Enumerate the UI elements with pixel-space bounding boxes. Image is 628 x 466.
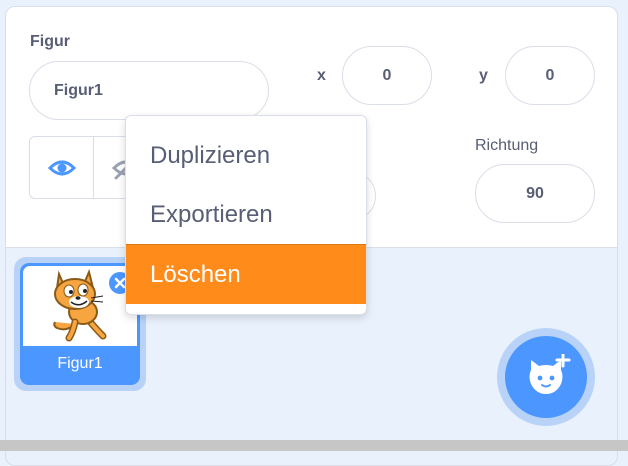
sprite-tile-name: Figur1 xyxy=(57,355,103,372)
window-bottom-edge xyxy=(0,440,628,451)
add-sprite-button[interactable] xyxy=(497,328,595,426)
y-input[interactable]: 0 xyxy=(505,46,595,105)
direction-input[interactable]: 90 xyxy=(475,164,595,223)
menu-item-export[interactable]: Exportieren xyxy=(126,185,366,245)
x-input[interactable]: 0 xyxy=(342,46,432,105)
sprite-name-input[interactable]: Figur1 xyxy=(29,61,269,120)
x-label: x xyxy=(317,67,326,84)
menu-item-delete[interactable]: Löschen xyxy=(126,244,366,304)
direction-label: Richtung xyxy=(475,137,539,154)
y-label: y xyxy=(479,67,488,84)
context-menu: Duplizieren Exportieren Löschen xyxy=(125,115,367,315)
menu-item-duplicate[interactable]: Duplizieren xyxy=(126,126,366,186)
add-sprite-button-inner xyxy=(505,336,587,418)
eye-icon xyxy=(47,160,76,175)
show-sprite-button[interactable] xyxy=(30,137,93,198)
cat-plus-icon xyxy=(529,354,571,394)
sprite-name-label: Figur xyxy=(30,33,70,50)
